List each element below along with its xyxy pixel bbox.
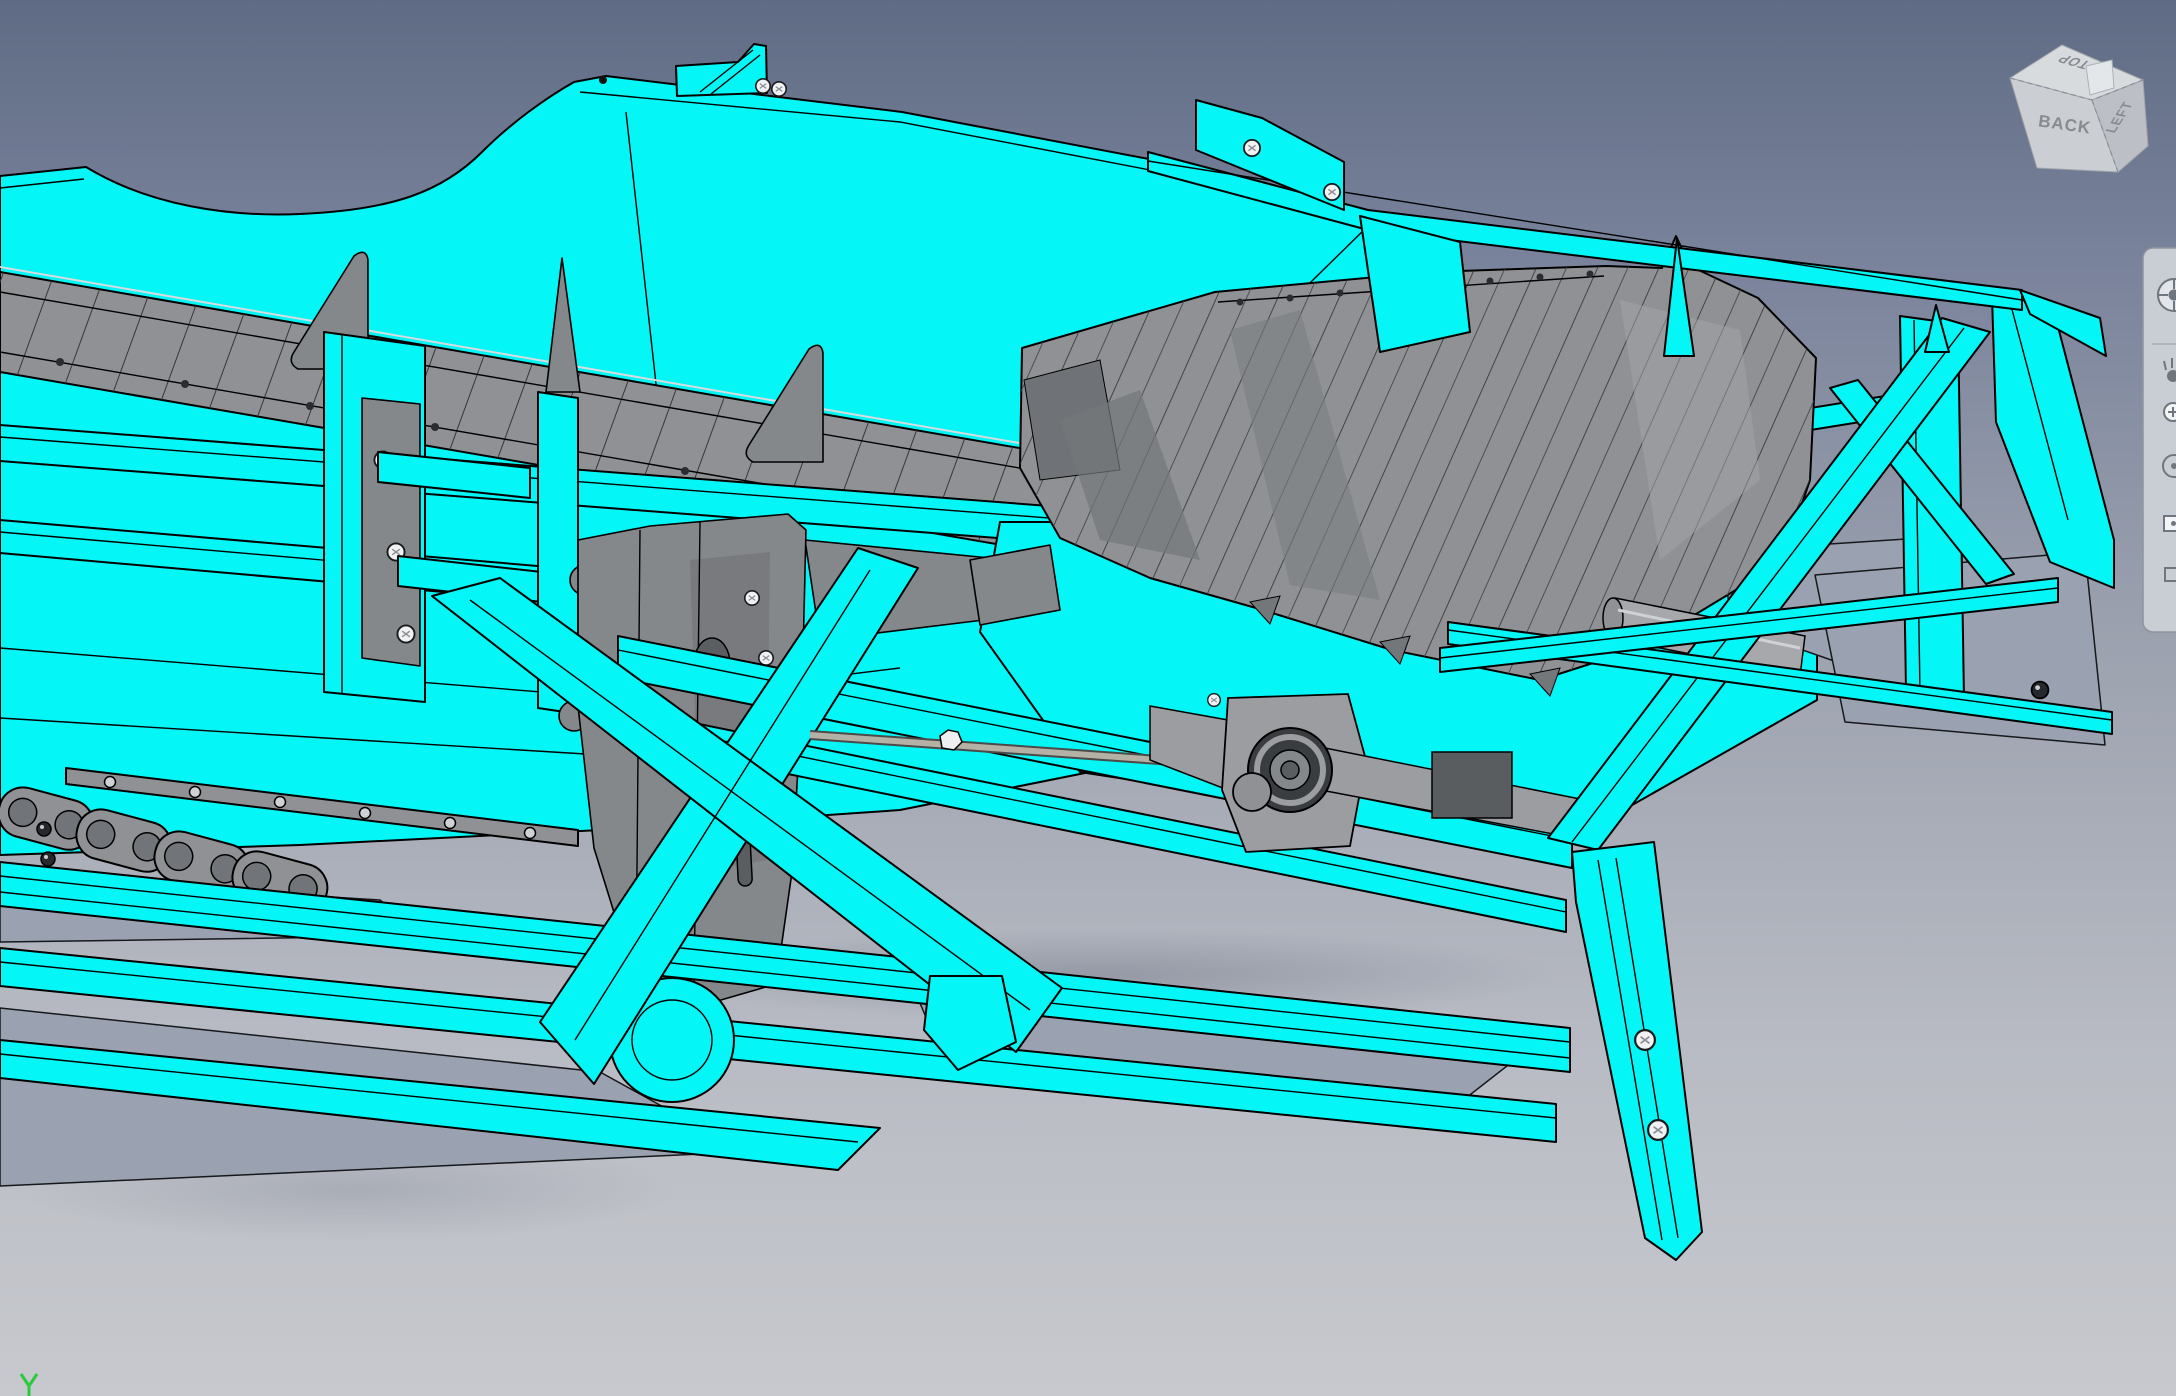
bolt <box>770 81 788 97</box>
bolt <box>40 851 56 867</box>
bolt <box>1633 1028 1657 1052</box>
look-at-icon[interactable] <box>2163 515 2176 532</box>
shaft-block <box>1431 751 1513 819</box>
part-support-post[interactable] <box>323 331 426 703</box>
bolt <box>1243 138 1261 158</box>
bolt <box>1646 1118 1670 1142</box>
bolt <box>396 624 416 644</box>
navigation-bar[interactable] <box>2142 247 2176 633</box>
bolt <box>743 589 761 607</box>
cad-viewport[interactable]: TOP BACK LEFT <box>0 0 2176 1396</box>
bearing-cap <box>1232 772 1272 812</box>
bolt <box>754 78 772 94</box>
bolt <box>599 76 607 84</box>
bolt <box>36 821 52 837</box>
bolt <box>1206 693 1222 707</box>
zoom-icon[interactable] <box>2163 402 2176 422</box>
bolt <box>1323 182 1341 202</box>
bolt <box>2030 680 2050 700</box>
bolt <box>757 649 775 667</box>
